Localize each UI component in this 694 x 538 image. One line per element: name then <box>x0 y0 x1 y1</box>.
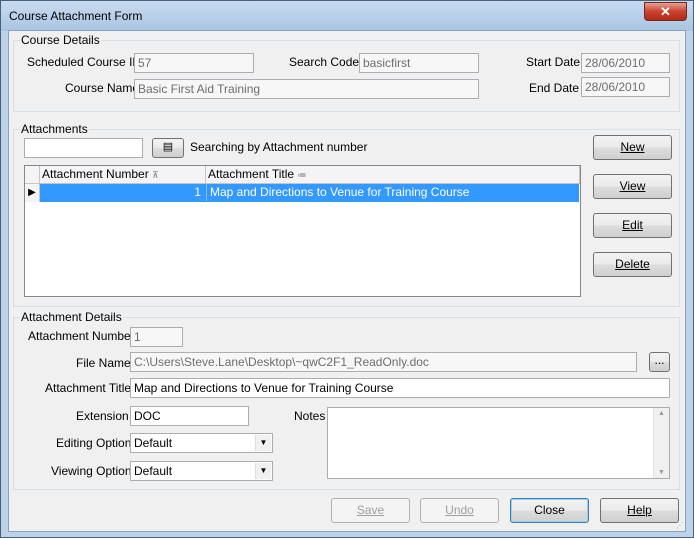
course-attachment-window: Course Attachment Form ✕ Course Details … <box>0 0 694 538</box>
editing-option-select[interactable]: Default ▼ <box>130 433 273 453</box>
search-mode-button[interactable]: ▤ <box>152 138 184 158</box>
row-title-cell: Map and Directions to Venue for Training… <box>206 184 578 201</box>
scheduled-course-id-label: Scheduled Course ID <box>27 55 142 69</box>
undo-button[interactable]: Undo <box>420 498 499 523</box>
attachment-search-input[interactable] <box>24 138 143 158</box>
delete-button[interactable]: Delete <box>593 252 672 277</box>
attachment-number-field[interactable]: 1 <box>130 327 183 347</box>
scroll-up-icon[interactable]: ▲ <box>658 410 665 417</box>
attachment-title-label: Attachment Title <box>45 381 132 395</box>
end-date-field[interactable]: 28/06/2010 <box>581 77 670 97</box>
chevron-down-icon[interactable]: ▼ <box>255 463 271 479</box>
notes-field[interactable]: ▲ ▼ <box>327 407 670 479</box>
end-date-label: End Date <box>529 81 580 95</box>
close-button[interactable]: Close <box>510 498 589 523</box>
browse-file-button[interactable]: ... <box>649 352 670 372</box>
row-selector-header <box>25 166 40 184</box>
viewing-option-select[interactable]: Default ▼ <box>130 461 273 481</box>
view-button[interactable]: View <box>593 174 672 199</box>
search-code-field[interactable]: basicfirst <box>359 53 479 73</box>
attachment-number-label: Attachment Number <box>28 329 135 343</box>
column-header-number[interactable]: Attachment Number ⊼ <box>40 166 206 184</box>
title-bar: Course Attachment Form ✕ <box>1 1 693 31</box>
current-row-indicator-icon: ▶ <box>25 184 40 202</box>
notes-label: Notes <box>294 409 326 423</box>
filter-icon: ≔ <box>297 170 307 180</box>
form-body: Course Details Scheduled Course ID 57 Se… <box>8 30 686 532</box>
resize-grip-icon[interactable]: ⋰ <box>676 521 684 530</box>
save-button[interactable]: Save <box>331 498 410 523</box>
course-name-field[interactable]: Basic First Aid Training <box>134 79 479 99</box>
start-date-field[interactable]: 28/06/2010 <box>581 53 670 73</box>
new-button[interactable]: New <box>593 135 672 160</box>
attachment-details-legend: Attachment Details <box>20 310 123 324</box>
table-row[interactable]: 1 Map and Directions to Venue for Traini… <box>40 184 579 202</box>
file-name-field[interactable]: C:\Users\Steve.Lane\Desktop\~qwC2F1_Read… <box>130 352 637 372</box>
attachment-title-field[interactable]: Map and Directions to Venue for Training… <box>130 378 670 398</box>
course-name-label: Course Name <box>65 81 140 95</box>
course-details-group: Course Details <box>13 33 680 112</box>
search-list-icon: ▤ <box>162 141 174 153</box>
course-details-legend: Course Details <box>20 33 101 47</box>
search-mode-text: Searching by Attachment number <box>190 140 368 154</box>
extension-field[interactable]: DOC <box>130 406 249 426</box>
help-button[interactable]: Help <box>600 498 679 523</box>
edit-button[interactable]: Edit <box>593 213 672 238</box>
notes-scrollbar[interactable]: ▲ ▼ <box>653 408 669 478</box>
attachments-legend: Attachments <box>20 122 89 136</box>
editing-option-label: Editing Option <box>56 436 132 450</box>
row-number-cell: 1 <box>194 185 201 199</box>
window-title: Course Attachment Form <box>9 9 143 23</box>
chevron-down-icon[interactable]: ▼ <box>255 435 271 451</box>
start-date-label: Start Date <box>526 55 581 69</box>
sort-icon: ⊼ <box>152 170 159 180</box>
extension-label: Extension <box>76 409 129 423</box>
file-name-label: File Name <box>76 356 131 370</box>
viewing-option-label: Viewing Option <box>51 464 132 478</box>
scroll-down-icon[interactable]: ▼ <box>658 469 665 476</box>
window-close-button[interactable]: ✕ <box>644 2 687 21</box>
search-code-label: Search Code <box>289 55 360 69</box>
scheduled-course-id-field[interactable]: 57 <box>134 53 254 73</box>
column-header-title[interactable]: Attachment Title ≔ <box>206 166 580 184</box>
attachments-grid[interactable]: Attachment Number ⊼ Attachment Title ≔ ▶… <box>24 165 581 297</box>
